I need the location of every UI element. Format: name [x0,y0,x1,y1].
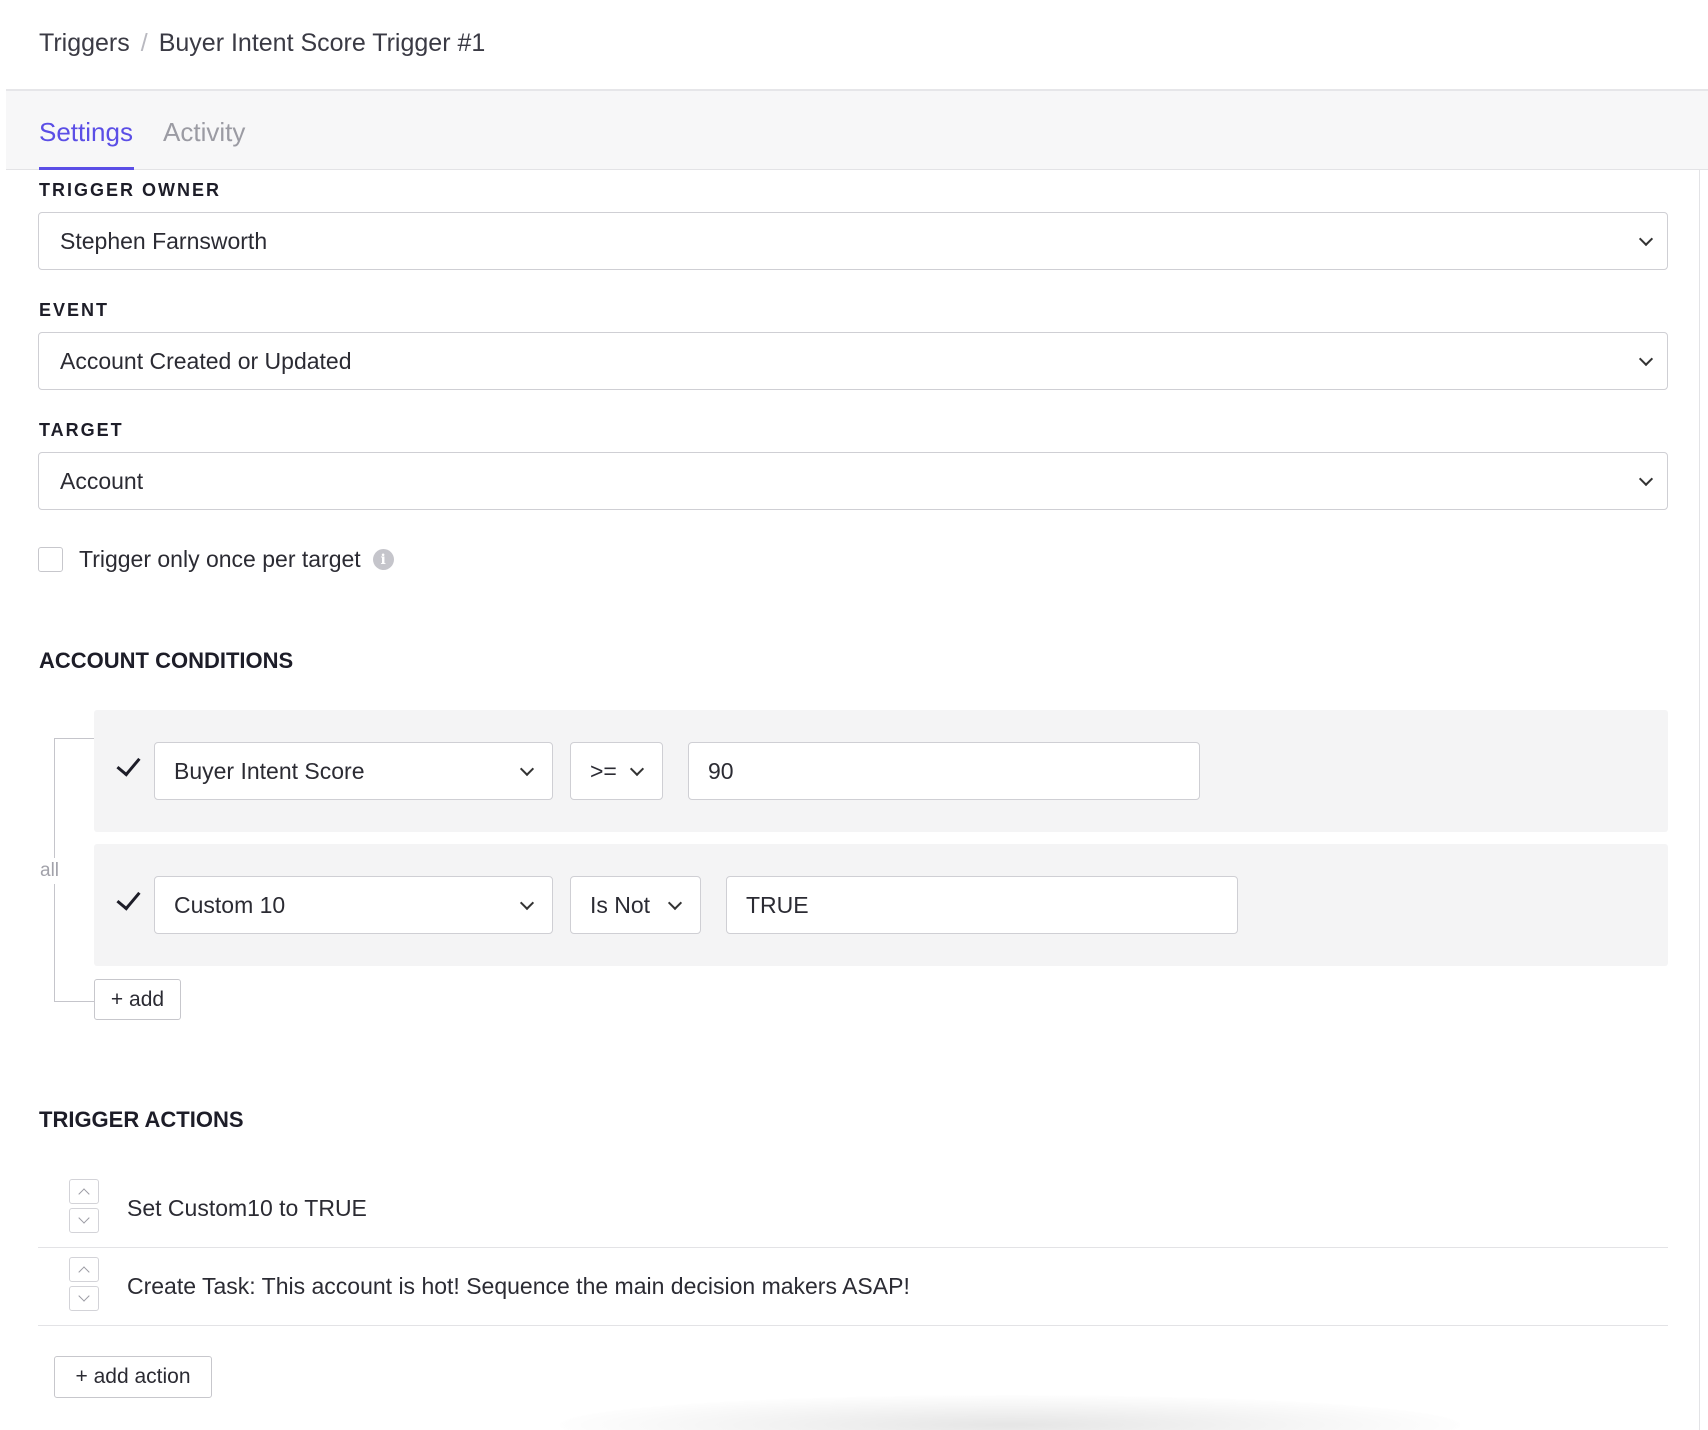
chevron-down-icon [1638,231,1654,247]
breadcrumb: Triggers / Buyer Intent Score Trigger #1 [39,29,485,58]
target-select[interactable]: Account [38,452,1668,510]
active-tab-indicator [39,167,134,170]
trigger-once-checkbox[interactable] [38,547,63,572]
add-condition-button[interactable]: + add [94,979,181,1020]
condition-field-value: Buyer Intent Score [174,757,365,784]
chevron-down-icon [78,1212,90,1224]
action-row[interactable]: Set Custom10 to TRUE [38,1170,1668,1248]
content-border [1699,170,1700,1430]
condition-value-input[interactable]: 90 [688,742,1200,800]
condition-row: Buyer Intent Score >= 90 [94,710,1668,832]
condition-field-select[interactable]: Buyer Intent Score [154,742,553,800]
condition-operator-value: >= [590,757,617,784]
action-row[interactable]: Create Task: This account is hot! Sequen… [38,1248,1668,1326]
condition-field-select[interactable]: Custom 10 [154,876,553,934]
condition-field-value: Custom 10 [174,891,286,918]
chevron-up-icon [78,1188,90,1200]
trigger-actions-heading: TRIGGER ACTIONS [39,1107,244,1132]
action-text: Create Task: This account is hot! Sequen… [127,1273,910,1299]
trigger-owner-select[interactable]: Stephen Farnsworth [38,212,1668,270]
chevron-down-icon [667,895,683,911]
chevron-down-icon [1638,471,1654,487]
check-icon [116,751,141,777]
condition-operator-select[interactable]: >= [570,742,663,800]
reorder-controls [69,1257,99,1311]
event-select[interactable]: Account Created or Updated [38,332,1668,390]
tab-settings[interactable]: Settings [39,117,133,148]
trigger-owner-value: Stephen Farnsworth [60,227,268,254]
action-text: Set Custom10 to TRUE [127,1195,367,1221]
move-down-button[interactable] [69,1208,99,1233]
account-conditions-heading: ACCOUNT CONDITIONS [39,648,294,673]
info-icon[interactable]: i [372,549,394,570]
condition-group-operator[interactable]: all [38,858,62,884]
add-action-button[interactable]: + add action [54,1356,212,1398]
move-up-button[interactable] [69,1179,99,1204]
tab-bar: Settings Activity [6,91,1708,170]
move-down-button[interactable] [69,1286,99,1311]
tab-activity[interactable]: Activity [163,117,245,148]
chevron-down-icon [629,761,645,777]
drop-shadow [560,1395,1460,1430]
condition-operator-value: Is Not [590,891,651,918]
chevron-up-icon [78,1266,90,1278]
target-value: Account [60,467,144,494]
event-label: EVENT [39,300,110,320]
page-header: Triggers / Buyer Intent Score Trigger #1 [6,0,1708,91]
reorder-controls [69,1179,99,1233]
trigger-once-row: Trigger only once per target i [38,546,394,573]
trigger-once-label: Trigger only once per target [79,546,361,572]
check-icon [116,885,141,911]
breadcrumb-separator: / [140,29,148,57]
chevron-down-icon [78,1290,90,1302]
condition-value-text: TRUE [746,891,809,918]
breadcrumb-link-triggers[interactable]: Triggers [39,29,130,58]
event-value: Account Created or Updated [60,347,352,374]
condition-operator-select[interactable]: Is Not [570,876,701,934]
chevron-down-icon [519,895,535,911]
trigger-owner-label: TRIGGER OWNER [39,180,221,200]
chevron-down-icon [519,761,535,777]
condition-value-text: 90 [708,757,734,784]
target-label: TARGET [39,420,124,440]
condition-row: Custom 10 Is Not TRUE [94,844,1668,966]
condition-value-input[interactable]: TRUE [726,876,1238,934]
chevron-down-icon [1638,351,1654,367]
breadcrumb-current: Buyer Intent Score Trigger #1 [158,29,486,57]
move-up-button[interactable] [69,1257,99,1282]
